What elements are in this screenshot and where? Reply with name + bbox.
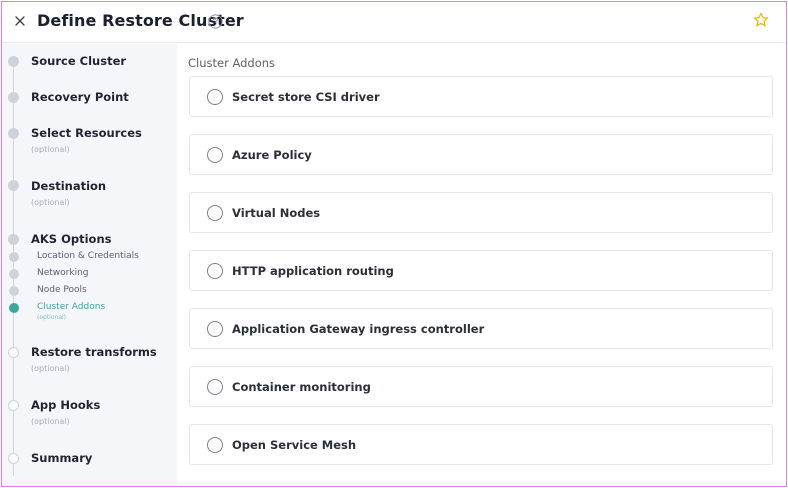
addon-label: Application Gateway ingress controller <box>232 322 485 336</box>
step-select-resources[interactable]: Select Resources <box>31 126 142 140</box>
step-summary[interactable]: Summary <box>31 451 92 465</box>
substep-dot-cluster-addons <box>9 303 19 313</box>
step-dot-aks-options <box>8 234 19 245</box>
addon-checkbox[interactable] <box>207 147 223 163</box>
main-content: Cluster Addons Secret store CSI driver A… <box>177 44 786 486</box>
step-destination[interactable]: Destination <box>31 179 106 193</box>
substep-dot-location <box>9 252 19 262</box>
addon-application-gateway-ingress-controller[interactable]: Application Gateway ingress controller <box>189 308 773 349</box>
addon-container-monitoring[interactable]: Container monitoring <box>189 366 773 407</box>
addon-checkbox[interactable] <box>207 89 223 105</box>
star-icon[interactable] <box>753 12 769 28</box>
step-dot-destination <box>8 180 19 191</box>
step-restore-transforms[interactable]: Restore transforms <box>31 345 157 359</box>
step-dot-app-hooks <box>8 400 19 411</box>
addon-label: Azure Policy <box>232 148 312 162</box>
addon-label: Open Service Mesh <box>232 438 357 452</box>
substep-cluster-addons[interactable]: Cluster Addons <box>37 302 105 312</box>
help-circle-icon[interactable] <box>208 14 223 29</box>
step-optional-label: (optional) <box>31 364 70 373</box>
addon-label: Secret store CSI driver <box>232 90 380 104</box>
step-dot-recovery-point <box>8 92 19 103</box>
substep-location-credentials[interactable]: Location & Credentials <box>37 251 139 261</box>
step-app-hooks[interactable]: App Hooks <box>31 398 100 412</box>
step-dot-select-resources <box>8 128 19 139</box>
close-icon[interactable] <box>13 14 27 28</box>
restore-cluster-dialog: Define Restore Cluster Source Cluster Re… <box>1 1 787 487</box>
dialog-header: Define Restore Cluster <box>2 2 786 43</box>
step-dot-source-cluster <box>8 56 19 67</box>
addon-label: HTTP application routing <box>232 264 394 278</box>
step-dot-summary <box>8 453 19 464</box>
step-optional-label: (optional) <box>31 198 70 207</box>
addon-checkbox[interactable] <box>207 263 223 279</box>
stepper-sidebar: Source Cluster Recovery Point Select Res… <box>2 44 177 486</box>
stepper-line <box>13 56 14 476</box>
addon-azure-policy[interactable]: Azure Policy <box>189 134 773 175</box>
step-source-cluster[interactable]: Source Cluster <box>31 54 126 68</box>
step-recovery-point[interactable]: Recovery Point <box>31 90 129 104</box>
addon-checkbox[interactable] <box>207 379 223 395</box>
substep-dot-node-pools <box>9 286 19 296</box>
substep-networking[interactable]: Networking <box>37 268 89 278</box>
substep-optional-label: (optional) <box>37 314 66 321</box>
addon-checkbox[interactable] <box>207 321 223 337</box>
substep-dot-networking <box>9 269 19 279</box>
substep-node-pools[interactable]: Node Pools <box>37 285 87 295</box>
addon-secret-store-csi-driver[interactable]: Secret store CSI driver <box>189 76 773 117</box>
addon-label: Container monitoring <box>232 380 371 394</box>
addon-virtual-nodes[interactable]: Virtual Nodes <box>189 192 773 233</box>
step-optional-label: (optional) <box>31 417 70 426</box>
addon-http-application-routing[interactable]: HTTP application routing <box>189 250 773 291</box>
step-optional-label: (optional) <box>31 145 70 154</box>
step-aks-options[interactable]: AKS Options <box>31 232 111 246</box>
step-dot-restore-transforms <box>8 347 19 358</box>
addon-checkbox[interactable] <box>207 205 223 221</box>
addon-label: Virtual Nodes <box>232 206 321 220</box>
section-title: Cluster Addons <box>188 56 276 70</box>
addon-checkbox[interactable] <box>207 437 223 453</box>
addon-open-service-mesh[interactable]: Open Service Mesh <box>189 424 773 465</box>
